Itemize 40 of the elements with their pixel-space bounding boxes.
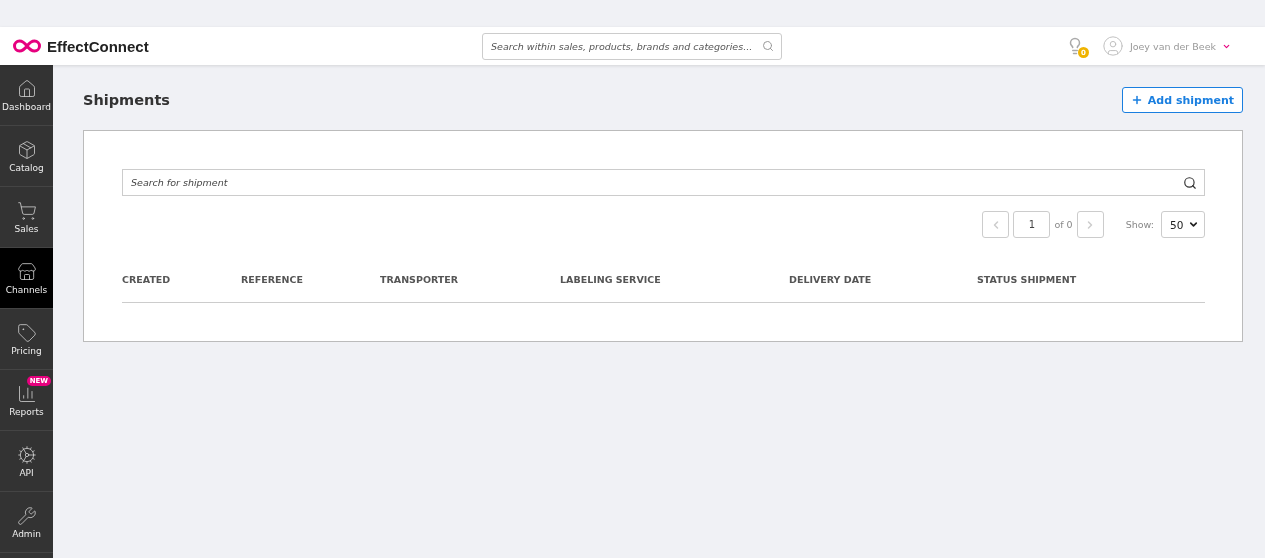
shipment-search-field[interactable]: Search for shipment — [122, 169, 1205, 196]
sidebar-label: Dashboard — [2, 101, 51, 112]
bar-chart-icon — [16, 383, 37, 404]
column-header: STATUS SHIPMENT — [977, 273, 1078, 285]
column-header: REFERENCE — [241, 273, 304, 285]
page-number-field[interactable]: 1 — [1013, 211, 1051, 238]
next-page-button[interactable] — [1076, 211, 1104, 238]
cart-icon — [16, 200, 37, 221]
logo-text: EffectConnect — [47, 37, 149, 55]
page-size-select[interactable]: 50 — [1161, 211, 1205, 238]
caret-icon — [1188, 219, 1199, 230]
sidebar-label: Sales — [14, 223, 39, 234]
show-label: Show: — [1125, 219, 1154, 230]
plus-icon — [1130, 94, 1143, 106]
add-shipment-button[interactable]: Add shipment — [1121, 87, 1243, 113]
column-header: DELIVERY DATE — [789, 273, 873, 285]
sidebar-label: Reports — [9, 406, 44, 417]
avatar-icon[interactable] — [1101, 35, 1124, 57]
column-header: LABELING SERVICE — [560, 273, 662, 285]
column-header: CREATED — [122, 273, 172, 285]
page-count: of 0 — [1054, 219, 1073, 230]
logo-icon — [12, 39, 42, 53]
box-icon — [16, 139, 37, 160]
sidebar-label: Channels — [5, 284, 48, 295]
store-icon — [16, 261, 37, 282]
sidebar-label: Catalog — [9, 162, 44, 173]
search-icon — [1183, 175, 1197, 190]
sidebar-label: Pricing — [11, 345, 42, 356]
sidebar-item[interactable]: Channels — [0, 248, 53, 309]
house-icon — [16, 78, 37, 99]
column-header: TRANSPORTER — [380, 273, 460, 285]
page-title: Shipments — [83, 92, 170, 108]
sidebar-label: Admin — [12, 528, 41, 539]
sidebar-label: API — [19, 467, 34, 478]
search-field[interactable]: Search within sales, products, brands and categories... — [482, 32, 782, 60]
search-icon — [762, 40, 774, 52]
gear-icon — [16, 444, 37, 465]
wrench-icon — [16, 505, 37, 526]
tag-icon — [16, 322, 37, 343]
previous-page-button[interactable] — [982, 211, 1010, 238]
